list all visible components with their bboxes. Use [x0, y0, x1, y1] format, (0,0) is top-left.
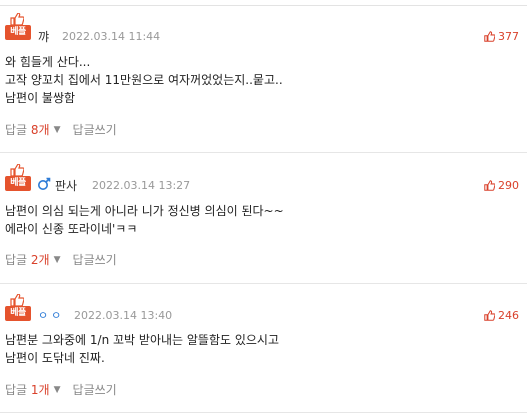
best-badge: 베플	[5, 294, 31, 324]
reply-label: 답글	[5, 253, 28, 267]
author-name[interactable]: 꺄	[38, 28, 49, 45]
comment-date: 2022.03.14 13:27	[92, 179, 191, 192]
comment-line: 고작 양꼬치 집에서 11만원으로 여자꺼었었는지..뭍고..	[5, 73, 283, 87]
comment-divider	[0, 283, 527, 284]
like-button[interactable]: 377	[484, 30, 519, 43]
comment-body: 남편분 그와중에 1/n 꼬박 받아내는 알뜰함도 있으시고 남편이 도닦네 진…	[5, 331, 279, 367]
reply-label: 답글	[5, 383, 28, 397]
caret-down-icon[interactable]: ▼	[54, 385, 61, 395]
thumbs-up-icon	[10, 294, 24, 306]
comment-line: 남편이 불쌍함	[5, 91, 76, 105]
male-icon	[38, 177, 51, 190]
like-count: 246	[498, 309, 519, 322]
thumbs-up-icon	[10, 164, 24, 176]
reply-toggle[interactable]: 답글 8개	[5, 121, 50, 138]
top-divider	[0, 5, 527, 6]
reply-count: 2개	[30, 253, 50, 267]
comment-line: 남편분 그와중에 1/n 꼬박 받아내는 알뜰함도 있으시고	[5, 333, 280, 347]
caret-down-icon[interactable]: ▼	[54, 125, 61, 135]
comment-date: 2022.03.14 13:40	[74, 309, 173, 322]
reply-toggle[interactable]: 답글 1개	[5, 381, 50, 398]
comment-date: 2022.03.14 11:44	[62, 30, 161, 43]
best-badge: 베플	[5, 13, 31, 43]
best-badge: 베플	[5, 164, 31, 194]
like-count: 290	[498, 179, 519, 192]
comment-actions: 답글 8개 ▼ 답글쓰기	[5, 121, 117, 138]
write-reply-button[interactable]: 답글쓰기	[73, 121, 117, 138]
comment-body: 와 힘들게 산다... 고작 양꼬치 집에서 11만원으로 여자꺼었었는지..뭍…	[5, 53, 283, 107]
comment-divider	[0, 152, 527, 153]
thumbs-up-icon	[484, 180, 495, 191]
badge-label: 베플	[5, 176, 31, 191]
write-reply-button[interactable]: 답글쓰기	[73, 381, 117, 398]
reply-toggle[interactable]: 답글 2개	[5, 251, 50, 268]
badge-label: 베플	[5, 306, 31, 321]
thumbs-up-icon	[484, 31, 495, 42]
reply-count: 1개	[30, 383, 50, 397]
like-button[interactable]: 246	[484, 309, 519, 322]
like-count: 377	[498, 30, 519, 43]
thumbs-up-icon	[10, 13, 24, 25]
comment-line: 남편이 도닦네 진짜.	[5, 351, 105, 365]
comment-line: 와 힘들게 산다...	[5, 55, 91, 69]
comment-actions: 답글 1개 ▼ 답글쓰기	[5, 381, 117, 398]
author-name[interactable]: ㅇㅇ	[38, 307, 64, 323]
write-reply-button[interactable]: 답글쓰기	[73, 251, 117, 268]
reply-label: 답글	[5, 123, 28, 137]
comment-line: 남편이 의심 되는게 아니라 니가 정신병 의심이 된다~~	[5, 204, 284, 218]
comment-body: 남편이 의심 되는게 아니라 니가 정신병 의심이 된다~~ 에라이 신종 또라…	[5, 202, 284, 238]
comment-actions: 답글 2개 ▼ 답글쓰기	[5, 251, 117, 268]
author-name[interactable]: 판사	[55, 177, 77, 194]
like-button[interactable]: 290	[484, 179, 519, 192]
thumbs-up-icon	[484, 310, 495, 321]
reply-count: 8개	[30, 123, 50, 137]
caret-down-icon[interactable]: ▼	[54, 255, 61, 265]
comment-line: 에라이 신종 또라이네'ㅋㅋ	[5, 222, 138, 236]
badge-label: 베플	[5, 25, 31, 40]
comment-divider	[0, 412, 527, 413]
